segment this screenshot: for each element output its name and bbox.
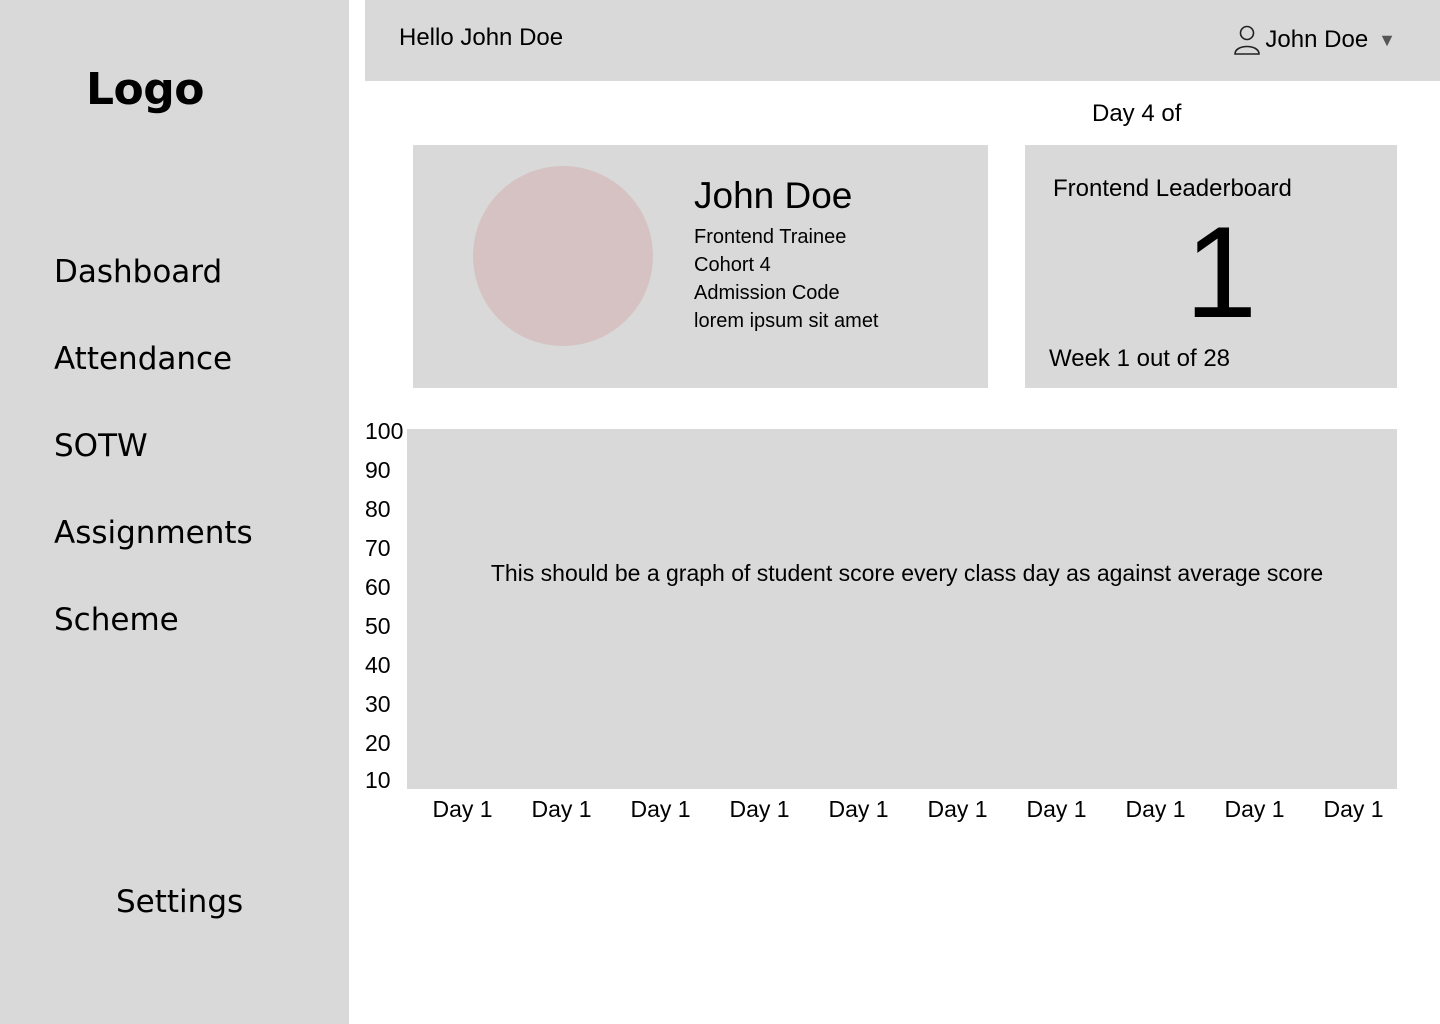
y-tick-label: 90: [365, 457, 391, 483]
score-chart-placeholder: This should be a graph of student score …: [407, 429, 1397, 789]
sidebar: Logo Dashboard Attendance SOTW Assignmen…: [0, 0, 349, 1024]
sidebar-item-attendance[interactable]: Attendance: [54, 337, 253, 424]
x-tick-label: Day 1: [1323, 796, 1384, 822]
caret-down-icon[interactable]: ▼: [1378, 30, 1396, 51]
profile-name: John Doe: [694, 175, 853, 216]
y-tick-label: 100: [365, 418, 404, 444]
sidebar-item-sotw[interactable]: SOTW: [54, 424, 253, 511]
user-name: John Doe: [1265, 26, 1369, 53]
sidebar-item-assignments[interactable]: Assignments: [54, 511, 253, 598]
user-icon: [1234, 25, 1261, 55]
profile-role: Frontend Trainee: [694, 226, 847, 248]
leaderboard-week: Week 1 out of 28: [1049, 345, 1231, 372]
x-tick-label: Day 1: [1026, 796, 1087, 822]
y-tick-label: 80: [365, 496, 391, 522]
y-tick-label: 20: [365, 730, 391, 756]
user-menu[interactable]: John Doe ▼: [1233, 24, 1396, 56]
leaderboard-rank: 1: [1184, 199, 1258, 345]
profile-admission-value: lorem ipsum sit amet: [694, 310, 879, 332]
avatar: [473, 166, 653, 346]
profile-card: John Doe Frontend Trainee Cohort 4 Admis…: [413, 145, 988, 388]
top-bar: Hello John Doe John Doe ▼: [365, 0, 1440, 81]
sidebar-item-scheme[interactable]: Scheme: [54, 598, 253, 685]
x-tick-label: Day 1: [531, 796, 592, 822]
sidebar-item-dashboard[interactable]: Dashboard: [54, 250, 253, 337]
chart-note: This should be a graph of student score …: [490, 560, 1324, 586]
leaderboard-card: Frontend Leaderboard 1 Week 1 out of 28: [1025, 145, 1397, 388]
day-label: Day 4 of: [1092, 100, 1182, 127]
x-tick-label: Day 1: [1125, 796, 1186, 822]
x-tick-label: Day 1: [828, 796, 889, 822]
y-tick-label: 60: [365, 574, 391, 600]
sidebar-item-settings[interactable]: Settings: [116, 884, 243, 920]
logo: Logo: [86, 64, 205, 115]
x-tick-label: Day 1: [630, 796, 691, 822]
x-tick-label: Day 1: [1224, 796, 1285, 822]
x-tick-label: Day 1: [432, 796, 493, 822]
profile-cohort: Cohort 4: [694, 254, 771, 276]
x-tick-label: Day 1: [927, 796, 988, 822]
y-tick-label: 30: [365, 691, 391, 717]
chart-x-axis: Day 1 Day 1 Day 1 Day 1 Day 1 Day 1 Day …: [413, 796, 1403, 823]
y-tick-label: 40: [365, 652, 391, 678]
y-tick-label: 70: [365, 535, 391, 561]
profile-details: Frontend Trainee Cohort 4 Admission Code…: [694, 223, 879, 335]
profile-admission-label: Admission Code: [694, 282, 840, 304]
x-tick-label: Day 1: [729, 796, 790, 822]
y-tick-label: 50: [365, 613, 391, 639]
y-tick-label: 10: [365, 767, 391, 793]
greeting-text: Hello John Doe: [399, 24, 564, 51]
sidebar-nav: Dashboard Attendance SOTW Assignments Sc…: [54, 250, 253, 685]
